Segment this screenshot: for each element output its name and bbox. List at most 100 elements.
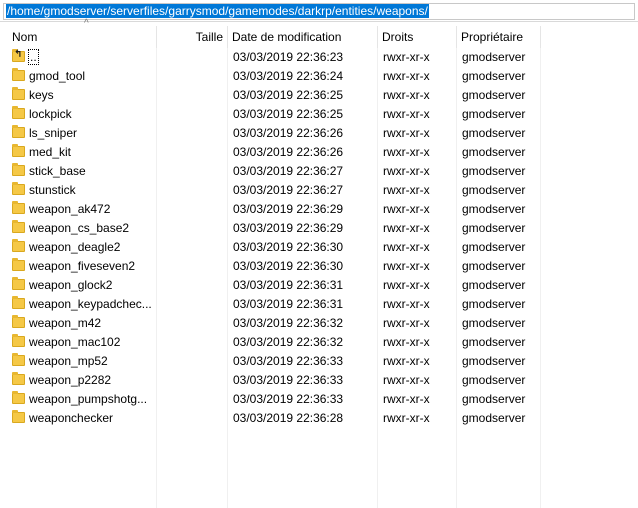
column-header-date[interactable]: Date de modification [228,26,378,48]
owner-cell: gmodserver [462,107,526,121]
parent-directory-row[interactable]: ↰.. 03/03/2019 22:36:23 rwxr-xr-x gmodserve… [0,48,638,67]
column-header-permissions[interactable]: Droits [378,26,457,48]
file-name-cell: weapon_cs_base2 [12,219,152,238]
table-row[interactable]: lockpick 03/03/2019 22:36:25 rwxr-xr-x gmod… [0,105,638,124]
table-row[interactable]: gmod_tool 03/03/2019 22:36:24 rwxr-xr-x gmo… [0,67,638,86]
permissions-cell: rwxr-xr-x [383,278,430,292]
column-header-name[interactable]: ^ Nom [8,19,157,48]
file-name: ls_sniper [29,126,78,140]
owner-cell: gmodserver [462,88,526,102]
owner-cell: gmodserver [462,335,526,349]
file-name: weapon_cs_base2 [29,221,130,235]
table-row[interactable]: weaponchecker 03/03/2019 22:36:28 rwxr-xr-… [0,409,638,428]
file-name-cell: weapon_fiveseven2 [12,257,152,276]
up-arrow-icon: ↰ [14,49,23,60]
owner-cell: gmodserver [462,221,526,235]
permissions-cell: rwxr-xr-x [383,411,430,425]
column-header-date-label: Date de modification [232,30,342,44]
permissions-cell: rwxr-xr-x [383,202,430,216]
folder-icon [12,334,25,347]
table-row[interactable]: weapon_cs_base2 03/03/2019 22:36:29 rwxr-x… [0,219,638,238]
folder-icon [12,296,25,309]
modified-date-cell: 03/03/2019 22:36:25 [233,107,344,121]
modified-date-cell: 03/03/2019 22:36:33 [233,392,344,406]
table-row[interactable]: weapon_deagle2 03/03/2019 22:36:30 rwxr-xr… [0,238,638,257]
folder-icon [12,87,25,100]
folder-icon [12,315,25,328]
table-row[interactable]: weapon_keypadchec... 03/03/2019 22:36:31 r… [0,295,638,314]
modified-date-cell: 03/03/2019 22:36:30 [233,240,344,254]
table-row[interactable]: weapon_mp52 03/03/2019 22:36:33 rwxr-xr-x g… [0,352,638,371]
permissions-cell: rwxr-xr-x [383,126,430,140]
file-name: keys [29,88,54,102]
table-row[interactable]: keys 03/03/2019 22:36:25 rwxr-xr-x gmodserv… [0,86,638,105]
folder-icon [12,353,25,366]
folder-icon [12,410,25,423]
modified-date-cell: 03/03/2019 22:36:24 [233,69,344,83]
table-row[interactable]: weapon_pumpshotg... 03/03/2019 22:36:33 rw… [0,390,638,409]
file-name: weapon_p2282 [29,373,112,387]
permissions-cell: rwxr-xr-x [383,145,430,159]
table-row[interactable]: weapon_ak472 03/03/2019 22:36:29 rwxr-xr-x… [0,200,638,219]
table-row[interactable]: med_kit 03/03/2019 22:36:26 rwxr-xr-x gmods… [0,143,638,162]
file-name-cell: weapon_p2282 [12,371,152,390]
owner-cell: gmodserver [462,202,526,216]
file-name-cell: ls_sniper [12,124,152,143]
column-header-owner-label: Propriétaire [461,30,524,44]
table-row[interactable]: weapon_glock2 03/03/2019 22:36:31 rwxr-xr-… [0,276,638,295]
owner-cell: gmodserver [462,392,526,406]
file-name-cell: weapon_mac102 [12,333,152,352]
file-name-cell: keys [12,86,152,105]
owner-cell: gmodserver [462,354,526,368]
folder-icon [12,163,25,176]
table-row[interactable]: weapon_fiveseven2 03/03/2019 22:36:30 rwxr… [0,257,638,276]
file-name: weapon_m42 [29,316,102,330]
modified-date-cell: 03/03/2019 22:36:31 [233,297,344,311]
folder-icon [12,220,25,233]
sort-ascending-icon: ^ [84,18,89,29]
modified-date-cell: 03/03/2019 22:36:29 [233,221,344,235]
table-row[interactable]: weapon_p2282 03/03/2019 22:36:33 rwxr-xr-x… [0,371,638,390]
modified-date-cell: 03/03/2019 22:36:27 [233,164,344,178]
file-name-cell: ↰.. [12,48,152,67]
permissions-cell: rwxr-xr-x [383,259,430,273]
modified-date-cell: 03/03/2019 22:36:31 [233,278,344,292]
path-input[interactable]: /home/gmodserver/serverfiles/garrysmod/g… [3,3,635,20]
file-name: stunstick [29,183,76,197]
table-row[interactable]: ls_sniper 03/03/2019 22:36:26 rwxr-xr-x gmo… [0,124,638,143]
file-list: ↰.. 03/03/2019 22:36:23 rwxr-xr-x gmodserve… [0,48,638,428]
folder-icon [12,201,25,214]
folder-icon [12,106,25,119]
table-row[interactable]: stick_base 03/03/2019 22:36:27 rwxr-xr-x gm… [0,162,638,181]
column-header-size[interactable]: Taille [157,26,228,48]
table-row[interactable]: weapon_mac102 03/03/2019 22:36:32 rwxr-xr-… [0,333,638,352]
owner-cell: gmodserver [462,164,526,178]
file-name: stick_base [29,164,86,178]
path-text: /home/gmodserver/serverfiles/garrysmod/g… [6,4,429,18]
modified-date-cell: 03/03/2019 22:36:26 [233,126,344,140]
permissions-cell: rwxr-xr-x [383,392,430,406]
file-name-cell: stick_base [12,162,152,181]
file-name-cell: weapon_ak472 [12,200,152,219]
owner-cell: gmodserver [462,411,526,425]
column-header-owner[interactable]: Propriétaire [457,26,541,48]
permissions-cell: rwxr-xr-x [383,107,430,121]
table-row[interactable]: stunstick 03/03/2019 22:36:27 rwxr-xr-x gmo… [0,181,638,200]
folder-icon [12,144,25,157]
table-row[interactable]: weapon_m42 03/03/2019 22:36:32 rwxr-xr-x gm… [0,314,638,333]
permissions-cell: rwxr-xr-x [383,354,430,368]
path-bar: /home/gmodserver/serverfiles/garrysmod/g… [0,0,638,22]
parent-folder-icon: ↰ [12,49,25,62]
owner-cell: gmodserver [462,316,526,330]
owner-cell: gmodserver [462,259,526,273]
modified-date-cell: 03/03/2019 22:36:26 [233,145,344,159]
file-name: weapon_mac102 [29,335,121,349]
file-name: .. [28,49,39,65]
owner-cell: gmodserver [462,278,526,292]
owner-cell: gmodserver [462,145,526,159]
folder-icon [12,182,25,195]
modified-date-cell: 03/03/2019 22:36:30 [233,259,344,273]
file-name: lockpick [29,107,72,121]
file-name-cell: weapon_m42 [12,314,152,333]
folder-icon [12,258,25,271]
